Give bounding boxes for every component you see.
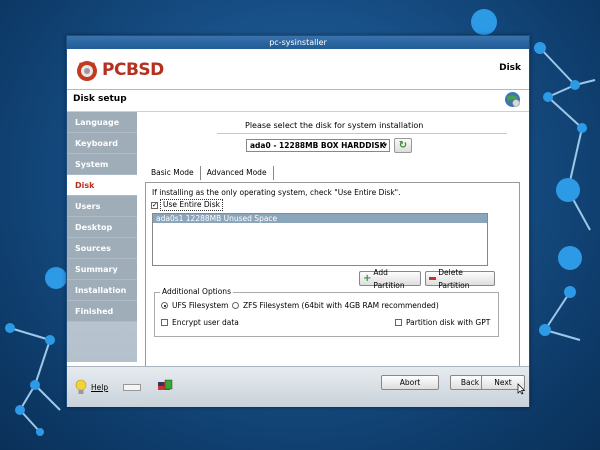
zfs-option[interactable]: ZFS Filesystem (64bit with 4GB RAM recom…	[232, 301, 439, 310]
use-entire-disk-label: Use Entire Disk	[160, 199, 223, 211]
gpt-checkbox[interactable]	[395, 319, 402, 326]
globe-icon	[505, 92, 520, 107]
abort-button[interactable]: Abort	[381, 375, 439, 390]
sidebar-item-disk[interactable]: Disk	[67, 175, 137, 196]
sidebar-item-users[interactable]: Users	[67, 196, 137, 217]
additional-options-group: Additional Options UFS Filesystem ZFS Fi…	[154, 287, 499, 337]
content-area: Please select the disk for system instal…	[137, 112, 529, 372]
sidebar-item-sources[interactable]: Sources	[67, 238, 137, 259]
lightbulb-icon	[75, 379, 87, 394]
tab-advanced-mode[interactable]: Advanced Mode	[201, 166, 274, 180]
additional-options-legend: Additional Options	[160, 287, 233, 296]
ufs-label: UFS Filesystem	[172, 301, 229, 310]
encrypt-option[interactable]: Encrypt user data	[161, 318, 239, 327]
use-entire-note: If installing as the only operating syst…	[152, 188, 401, 197]
refresh-disks-button[interactable]: ↻	[394, 138, 412, 153]
ufs-option[interactable]: UFS Filesystem	[161, 301, 228, 310]
chevron-down-icon: ▾	[383, 141, 387, 149]
use-entire-disk-checkbox[interactable]: ✓	[151, 201, 158, 209]
logo-pc: PC	[102, 60, 126, 80]
disk-select-value: ada0 - 12288MB BOX HARDDISK	[250, 141, 386, 150]
partition-row[interactable]: ada0s1 12288MB Unused Space	[153, 214, 487, 223]
pcbsd-logo: PCBSD	[74, 56, 164, 84]
gpt-label: Partition disk with GPT	[406, 318, 491, 327]
plus-icon: +	[363, 273, 372, 284]
sidebar-item-finished[interactable]: Finished	[67, 301, 137, 322]
help-button[interactable]: Help	[75, 379, 108, 395]
keyboard-icon[interactable]	[123, 384, 141, 391]
delete-partition-label: Delete Partition	[438, 267, 470, 290]
tab-bar: Basic Mode Advanced Mode	[145, 166, 274, 180]
prompt-divider	[217, 133, 507, 134]
mode-tabs: Basic Mode Advanced Mode If installing a…	[145, 160, 520, 388]
ufs-radio[interactable]	[161, 302, 168, 309]
delete-partition-button[interactable]: Delete Partition	[425, 268, 495, 290]
sidebar-item-desktop[interactable]: Desktop	[67, 217, 137, 238]
gpt-option[interactable]: Partition disk with GPT	[395, 318, 490, 327]
sidebar: Language Keyboard System Disk Users Desk…	[67, 112, 137, 362]
encrypt-label: Encrypt user data	[172, 318, 239, 327]
help-label: Help	[91, 382, 109, 392]
refresh-icon: ↻	[398, 140, 408, 151]
disk-prompt: Please select the disk for system instal…	[245, 121, 424, 130]
logo-bsd: BSD	[125, 60, 164, 80]
use-entire-disk-option[interactable]: ✓ Use Entire Disk	[151, 199, 223, 211]
zfs-radio[interactable]	[232, 302, 239, 309]
installer-window: pc-sysinstaller PCBSD Disk Disk setup La…	[66, 35, 530, 407]
encrypt-checkbox[interactable]	[161, 319, 168, 326]
subheader: Disk setup	[67, 90, 529, 112]
sidebar-item-summary[interactable]: Summary	[67, 259, 137, 280]
add-partition-label: Add Partition	[373, 267, 405, 290]
sidebar-item-system[interactable]: System	[67, 154, 137, 175]
page-label: Disk	[499, 63, 521, 73]
sidebar-item-language[interactable]: Language	[67, 112, 137, 133]
tab-basic-mode[interactable]: Basic Mode	[145, 166, 201, 180]
add-partition-button[interactable]: + Add Partition	[359, 268, 421, 290]
disk-select[interactable]: ada0 - 12288MB BOX HARDDISK ▾	[246, 139, 390, 152]
header: PCBSD Disk	[67, 49, 529, 89]
zfs-label: ZFS Filesystem (64bit with 4GB RAM recom…	[243, 301, 439, 310]
daemon-logo-icon	[77, 61, 97, 81]
bottom-bar: Help Abort Back Next	[67, 366, 529, 407]
page-title: Disk setup	[73, 94, 127, 104]
sidebar-item-installation[interactable]: Installation	[67, 280, 137, 301]
minus-icon	[429, 277, 437, 280]
partition-list[interactable]: ada0s1 12288MB Unused Space	[152, 213, 488, 266]
language-flag-icon[interactable]	[157, 379, 173, 393]
window-title: pc-sysinstaller	[67, 36, 529, 49]
basic-mode-panel: If installing as the only operating syst…	[145, 182, 520, 372]
sidebar-item-keyboard[interactable]: Keyboard	[67, 133, 137, 154]
mouse-cursor-icon	[517, 383, 526, 395]
